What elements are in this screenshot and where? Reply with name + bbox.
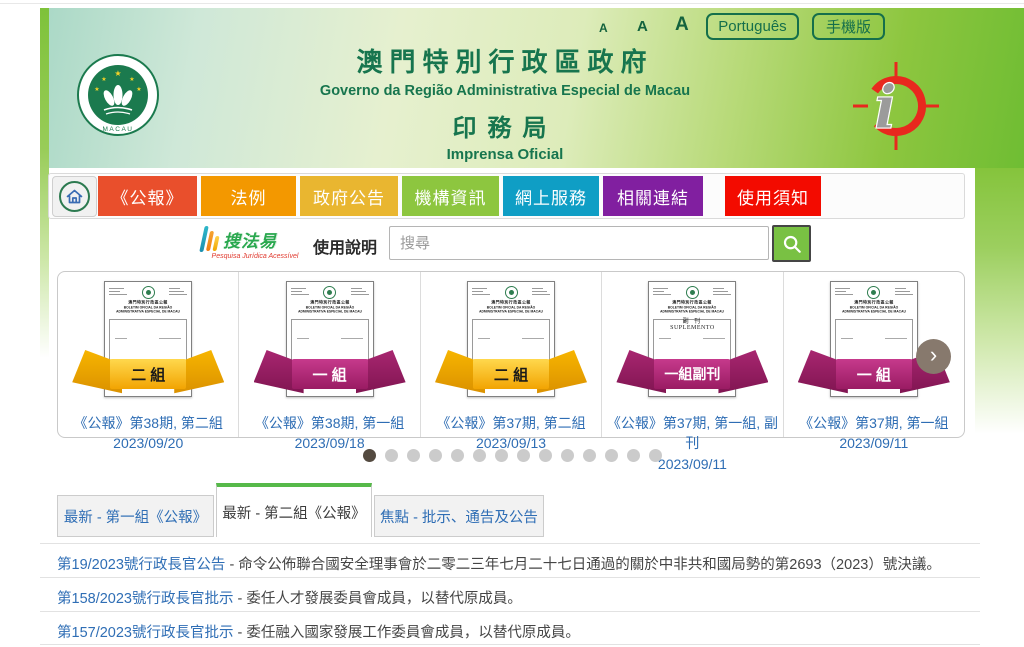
news-row: 第157/2023號行政長官批示 - 委任融入國家發展工作委員會成員，以替代原成… (40, 611, 980, 645)
bureau-title-pt: Imprensa Oficial (300, 146, 710, 163)
search-input[interactable] (389, 226, 769, 260)
carousel-dot[interactable] (649, 449, 662, 462)
carousel-dot[interactable] (495, 449, 508, 462)
logo-bar-yellow (212, 236, 219, 251)
news-tabs: 最新 - 第一組《公報》 最新 - 第二組《公報》 焦點 - 批示、通告及公告 (57, 483, 544, 537)
font-size-small-button[interactable]: A (599, 21, 608, 35)
carousel-dot[interactable] (363, 449, 376, 462)
soufayi-logo-title: 搜法易 (223, 227, 277, 252)
top-divider (0, 3, 1024, 4)
gazette-ribbon: 一 組 (254, 350, 406, 396)
mini-emblem-icon (142, 286, 155, 299)
gazette-carousel-item[interactable]: 澳門特別行政區公報 BOLETIM OFICIAL DA REGIÃO ADMI… (420, 272, 601, 437)
search-icon (782, 234, 802, 254)
carousel-dot[interactable] (517, 449, 530, 462)
news-link[interactable]: 第19/2023號行政長官公告 (57, 557, 225, 573)
carousel-dot[interactable] (561, 449, 574, 462)
carousel-dot[interactable] (407, 449, 420, 462)
carousel-dot[interactable] (385, 449, 398, 462)
gazette-carousel-item[interactable]: 澳門特別行政區公報 BOLETIM OFICIAL DA REGIÃO ADMI… (58, 272, 238, 437)
svg-text:★: ★ (114, 69, 121, 78)
gov-title-zh: 澳門特別行政區政府 (300, 42, 710, 79)
gov-title-pt: Governo da Região Administrativa Especia… (300, 83, 710, 99)
gazette-ribbon: 二 組 (435, 350, 587, 396)
news-text: - 委任人才發展委員會成員，以替代原成員。 (233, 591, 521, 607)
gazette-ribbon: 二 組 (72, 350, 224, 396)
imprensa-oficial-i-logo: i (848, 56, 942, 156)
nav-item-org-info[interactable]: 機構資訊 (402, 176, 499, 216)
nav-item-gov-notices[interactable]: 政府公告 (300, 176, 398, 216)
svg-text:★: ★ (129, 76, 134, 83)
page: ★ ★ ★ ★ ★ MACAU 澳門特別行政區政府 Governo da Reg… (0, 0, 1024, 647)
bureau-title-zh: 印務局 (300, 108, 710, 143)
news-link[interactable]: 第158/2023號行政長官批示 (57, 591, 233, 607)
mobile-version-button[interactable]: 手機版 (812, 13, 885, 40)
soufayi-legal-search-logo[interactable]: 搜法易 Pesquisa Jurídica Acessível (202, 226, 308, 266)
svg-text:i: i (874, 73, 897, 143)
carousel-dot[interactable] (605, 449, 618, 462)
right-green-strip (975, 168, 1024, 434)
gazette-title-link[interactable]: 《公報》第38期, 第一組 (239, 413, 419, 433)
svg-text:★: ★ (94, 86, 99, 93)
mini-emblem-icon (505, 286, 518, 299)
news-row: 第19/2023號行政長官公告 - 命令公佈聯合國安全理事會於二零二三年七月二十… (40, 543, 980, 577)
gazette-carousel-item[interactable]: 澳門特別行政區公報 BOLETIM OFICIAL DA REGIÃO ADMI… (238, 272, 419, 437)
main-navigation-bar: 《公報》 法例 政府公告 機構資訊 網上服務 相關連結 使用須知 (48, 173, 965, 219)
chevron-right-icon: › (930, 344, 937, 366)
tab-latest-series2-gazette[interactable]: 最新 - 第二組《公報》 (216, 483, 372, 537)
nav-item-terms-of-use[interactable]: 使用須知 (725, 176, 821, 216)
tab-latest-series1-gazette[interactable]: 最新 - 第一組《公報》 (57, 495, 214, 537)
gazette-carousel-item[interactable]: 澳門特別行政區公報 BOLETIM OFICIAL DA REGIÃO ADMI… (601, 272, 782, 437)
carousel-dots (0, 449, 1024, 462)
mini-emblem-icon (867, 286, 880, 299)
soufayi-logo-subtitle: Pesquisa Jurídica Acessível (202, 253, 308, 260)
svg-text:MACAU: MACAU (103, 126, 134, 133)
news-list: 第19/2023號行政長官公告 - 命令公佈聯合國安全理事會於二零二三年七月二十… (40, 543, 980, 645)
svg-text:★: ★ (101, 76, 106, 83)
nav-item-legislation[interactable]: 法例 (201, 176, 296, 216)
carousel-dot[interactable] (627, 449, 640, 462)
gazette-carousel: 澳門特別行政區公報 BOLETIM OFICIAL DA REGIÃO ADMI… (57, 271, 965, 438)
mini-emblem-icon (323, 286, 336, 299)
svg-text:★: ★ (136, 86, 141, 93)
macau-emblem-logo: ★ ★ ★ ★ ★ MACAU (76, 53, 160, 137)
home-button[interactable] (52, 176, 97, 217)
news-row: 第158/2023號行政長官批示 - 委任人才發展委員會成員，以替代原成員。 (40, 577, 980, 611)
portuguese-language-button[interactable]: Português (706, 13, 799, 40)
carousel-next-button[interactable]: › (916, 339, 951, 374)
carousel-dot[interactable] (539, 449, 552, 462)
gazette-title-link[interactable]: 《公報》第38期, 第二組 (58, 413, 238, 433)
nav-item-gazette[interactable]: 《公報》 (98, 176, 197, 216)
news-link[interactable]: 第157/2023號行政長官批示 (57, 625, 233, 641)
nav-item-related-links[interactable]: 相關連結 (603, 176, 703, 216)
carousel-dot[interactable] (429, 449, 442, 462)
news-text: - 委任融入國家發展工作委員會成員，以替代原成員。 (233, 625, 579, 641)
tab-highlight-notices[interactable]: 焦點 - 批示、通告及公告 (374, 495, 544, 537)
gazette-title-link[interactable]: 《公報》第37期, 第一組 (784, 413, 964, 433)
font-size-medium-button[interactable]: A (637, 18, 648, 35)
gazette-ribbon: 一組副刊 (616, 350, 768, 396)
home-icon (59, 181, 90, 212)
search-button[interactable] (772, 225, 811, 262)
supplement-label: 副 刊 SUPLEMENTO (649, 316, 735, 331)
gazette-title-link[interactable]: 《公報》第37期, 第一組, 副刊 (602, 413, 782, 454)
carousel-dot[interactable] (451, 449, 464, 462)
gazette-title-link[interactable]: 《公報》第37期, 第二組 (421, 413, 601, 433)
carousel-dot[interactable] (473, 449, 486, 462)
font-size-large-button[interactable]: A (675, 14, 689, 36)
mini-emblem-icon (686, 286, 699, 299)
nav-item-online-services[interactable]: 網上服務 (503, 176, 599, 216)
news-text: - 命令公佈聯合國安全理事會於二零二三年七月二十七日通過的關於中非共和國局勢的第… (225, 557, 940, 573)
carousel-dot[interactable] (583, 449, 596, 462)
usage-instructions-link[interactable]: 使用說明 (313, 234, 377, 258)
site-title-block: 澳門特別行政區政府 Governo da Região Administrati… (300, 42, 710, 163)
